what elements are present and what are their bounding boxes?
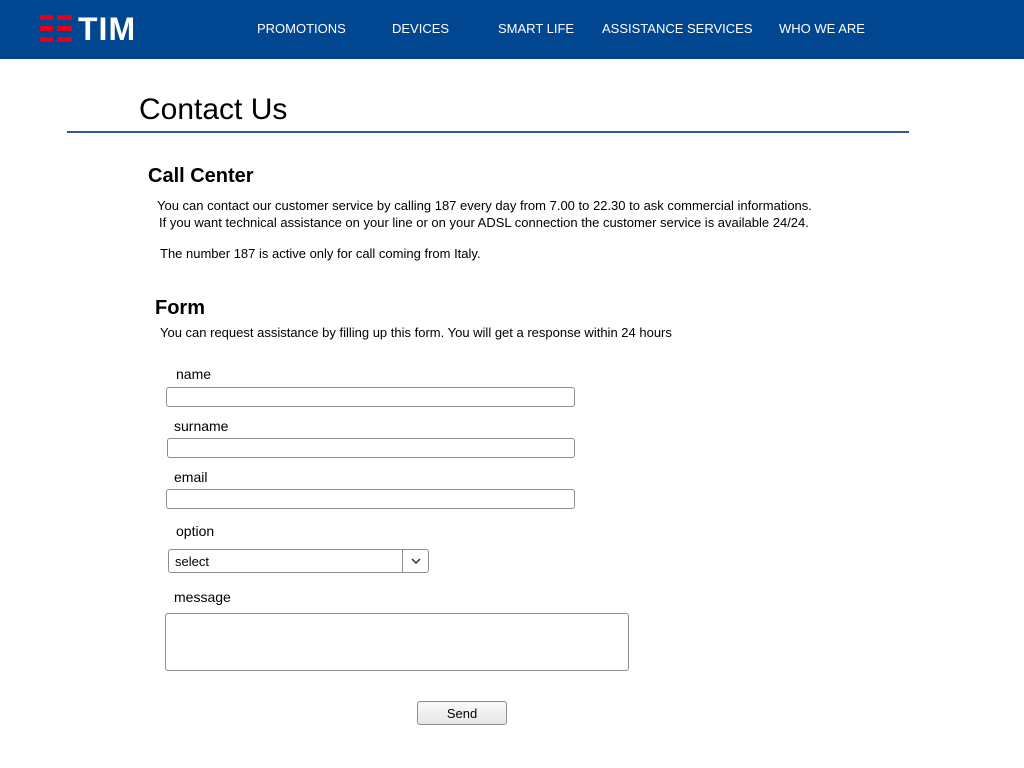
page-title: Contact Us <box>139 93 288 126</box>
nav-smart-life[interactable]: SMART LIFE <box>498 21 574 36</box>
title-divider <box>67 131 909 133</box>
call-center-line-1: You can contact our customer service by … <box>157 198 812 213</box>
option-selected-value: select <box>175 554 209 569</box>
option-select[interactable]: select <box>168 549 429 573</box>
tim-logo[interactable]: TIM <box>40 11 137 47</box>
surname-field[interactable] <box>167 438 575 458</box>
call-center-line-2: If you want technical assistance on your… <box>159 215 809 230</box>
form-intro: You can request assistance by filling up… <box>160 325 672 340</box>
form-heading: Form <box>155 297 205 319</box>
surname-label: surname <box>174 418 229 434</box>
logo-text: TIM <box>78 11 137 47</box>
top-navigation-bar: TIM PROMOTIONS DEVICES SMART LIFE ASSIST… <box>0 0 1024 59</box>
chevron-down-icon[interactable] <box>402 550 428 572</box>
tim-logo-icon <box>40 15 72 42</box>
nav-devices[interactable]: DEVICES <box>392 21 449 36</box>
nav-promotions[interactable]: PROMOTIONS <box>257 21 346 36</box>
message-label: message <box>174 589 231 605</box>
call-center-note: The number 187 is active only for call c… <box>160 246 481 261</box>
email-label: email <box>174 469 208 485</box>
name-field[interactable] <box>166 387 575 407</box>
message-field[interactable] <box>165 613 629 671</box>
nav-assistance-services[interactable]: ASSISTANCE SERVICES <box>602 21 753 36</box>
nav-who-we-are[interactable]: WHO WE ARE <box>779 21 865 36</box>
send-button[interactable]: Send <box>417 701 507 725</box>
email-field[interactable] <box>166 489 575 509</box>
call-center-heading: Call Center <box>148 165 254 187</box>
name-label: name <box>176 366 212 382</box>
option-label: option <box>176 523 215 539</box>
